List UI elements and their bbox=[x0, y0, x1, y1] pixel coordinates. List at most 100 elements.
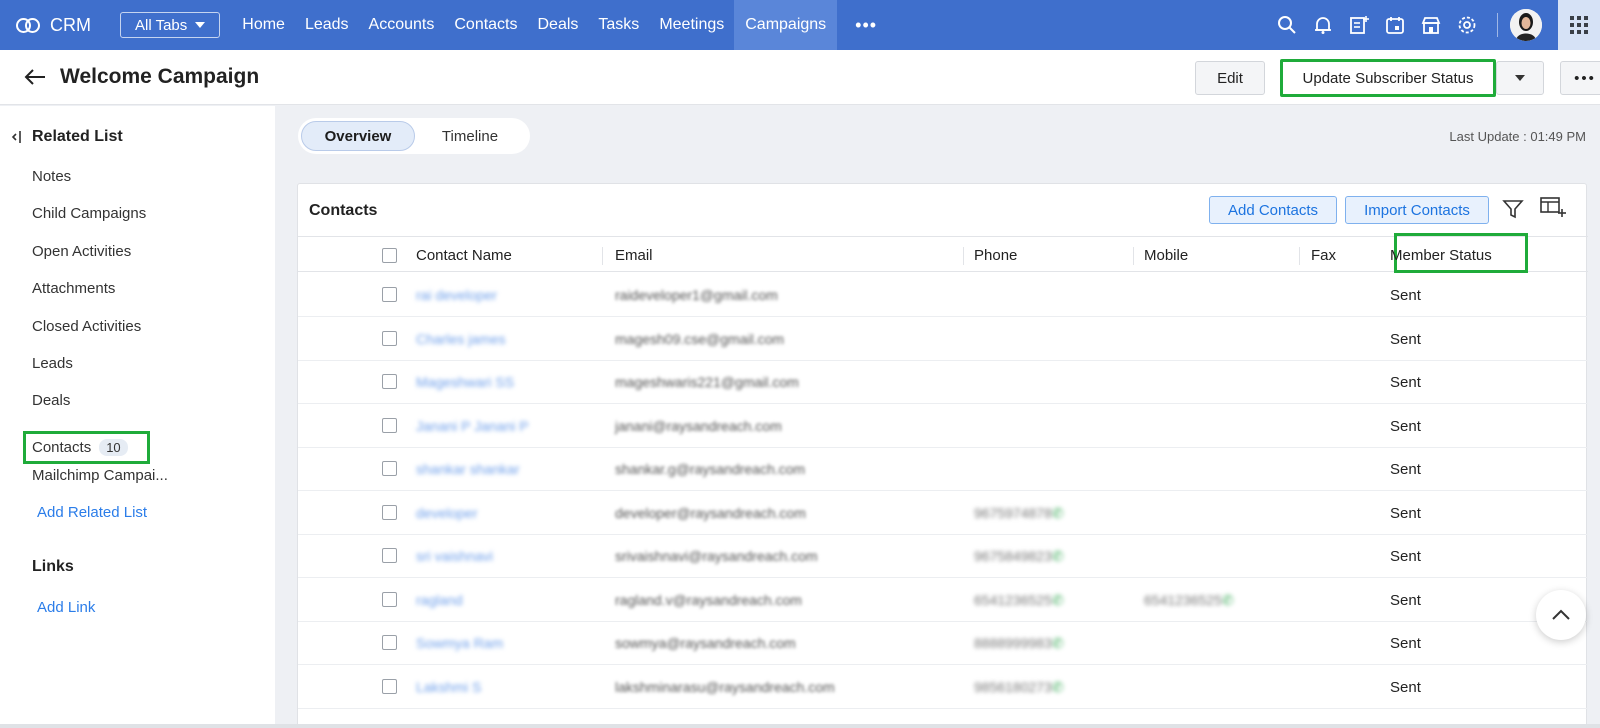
sidebar-item-closed-activities[interactable]: Closed Activities bbox=[32, 318, 141, 335]
contact-phone[interactable]: 9675849823✆ bbox=[974, 548, 1064, 565]
row-checkbox[interactable] bbox=[382, 461, 397, 476]
contact-name-link[interactable]: ragland bbox=[416, 592, 463, 608]
tab-deals[interactable]: Deals bbox=[528, 0, 589, 50]
crm-brand[interactable]: CRM bbox=[16, 15, 100, 36]
tab-overview[interactable]: Overview bbox=[301, 121, 415, 151]
back-arrow-icon[interactable] bbox=[24, 66, 46, 88]
contact-name-link[interactable]: Charles james bbox=[416, 331, 505, 347]
contact-mobile[interactable]: 6541236525✆ bbox=[1144, 592, 1234, 609]
add-contacts-button[interactable]: Add Contacts bbox=[1209, 196, 1337, 224]
row-checkbox[interactable] bbox=[382, 548, 397, 563]
col-mobile[interactable]: Mobile bbox=[1144, 247, 1188, 264]
contact-email[interactable]: magesh09.cse@gmail.com bbox=[615, 331, 784, 347]
collapse-sidebar-icon[interactable] bbox=[10, 130, 24, 144]
contact-name-link[interactable]: Janani P Janani P bbox=[416, 418, 529, 434]
tab-tasks[interactable]: Tasks bbox=[588, 0, 649, 50]
contact-email[interactable]: sowmya@raysandreach.com bbox=[615, 635, 796, 651]
col-member-status[interactable]: Member Status bbox=[1390, 247, 1492, 264]
tab-accounts[interactable]: Accounts bbox=[359, 0, 445, 50]
col-fax[interactable]: Fax bbox=[1311, 247, 1336, 264]
manage-columns-icon[interactable] bbox=[1540, 196, 1566, 218]
column-divider[interactable] bbox=[963, 247, 964, 265]
gear-icon[interactable] bbox=[1457, 15, 1477, 35]
horizontal-scrollbar[interactable] bbox=[0, 724, 1600, 728]
table-row[interactable]: Sowmya Ram sowmya@raysandreach.com 8888999… bbox=[298, 621, 1588, 665]
apps-grid-icon[interactable] bbox=[1558, 0, 1600, 50]
row-checkbox[interactable] bbox=[382, 374, 397, 389]
sidebar-item-notes[interactable]: Notes bbox=[32, 168, 71, 185]
tab-contacts[interactable]: Contacts bbox=[444, 0, 527, 50]
tab-campaigns[interactable]: Campaigns bbox=[734, 0, 838, 50]
tab-meetings[interactable]: Meetings bbox=[649, 0, 734, 50]
table-row[interactable]: sri vaishnavi srivaishnavi@raysandreach.c… bbox=[298, 534, 1588, 578]
contact-email[interactable]: janani@raysandreach.com bbox=[615, 418, 782, 434]
tab-home[interactable]: Home bbox=[232, 0, 295, 50]
table-row[interactable]: developer developer@raysandreach.com 96759… bbox=[298, 491, 1588, 535]
contact-email[interactable]: mageshwaris221@gmail.com bbox=[615, 374, 799, 390]
scroll-to-top-button[interactable] bbox=[1536, 590, 1586, 640]
all-tabs-dropdown[interactable]: All Tabs bbox=[120, 12, 221, 38]
row-checkbox[interactable] bbox=[382, 678, 397, 694]
marketplace-icon[interactable] bbox=[1421, 15, 1441, 35]
more-options-button[interactable]: ••• bbox=[1560, 61, 1600, 95]
table-row[interactable]: Janani P Janani P janani@raysandreach.com… bbox=[298, 404, 1588, 448]
contact-name-link[interactable]: sri vaishnavi bbox=[416, 548, 493, 564]
sidebar-item-open-activities[interactable]: Open Activities bbox=[32, 243, 131, 260]
contact-name-link[interactable]: Sowmya Ram bbox=[416, 635, 503, 651]
table-row[interactable]: Mageshwari SS mageshwaris221@gmail.com Sen… bbox=[298, 360, 1588, 404]
col-email[interactable]: Email bbox=[615, 247, 653, 264]
sidebar-item-leads[interactable]: Leads bbox=[32, 355, 73, 372]
calendar-icon[interactable] bbox=[1385, 15, 1405, 35]
tab-timeline[interactable]: Timeline bbox=[415, 121, 525, 151]
contact-phone[interactable]: 9675974878✆ bbox=[974, 505, 1064, 522]
row-checkbox[interactable] bbox=[382, 504, 397, 520]
row-checkbox[interactable] bbox=[382, 591, 397, 607]
sidebar-item-attachments[interactable]: Attachments bbox=[32, 280, 115, 297]
contact-phone[interactable]: 9856180273✆ bbox=[974, 679, 1064, 696]
contact-phone[interactable]: 8888999983✆ bbox=[974, 635, 1064, 652]
filter-icon[interactable] bbox=[1502, 198, 1524, 220]
contact-email[interactable]: ragland.v@raysandreach.com bbox=[615, 592, 802, 608]
update-subscriber-status-button[interactable]: Update Subscriber Status bbox=[1280, 59, 1496, 97]
bell-icon[interactable] bbox=[1313, 15, 1333, 35]
sidebar-item-mailchimp[interactable]: Mailchimp Campai... bbox=[32, 467, 168, 484]
table-row[interactable]: Charles james magesh09.cse@gmail.com Sent bbox=[298, 317, 1588, 361]
tab-leads[interactable]: Leads bbox=[295, 0, 359, 50]
contact-email[interactable]: lakshminarasu@raysandreach.com bbox=[615, 679, 835, 695]
contact-email[interactable]: shankar.g@raysandreach.com bbox=[615, 461, 805, 477]
row-checkbox[interactable] bbox=[382, 417, 397, 433]
add-related-list-link[interactable]: Add Related List bbox=[37, 504, 147, 521]
row-checkbox[interactable] bbox=[382, 330, 397, 346]
edit-button[interactable]: Edit bbox=[1195, 61, 1265, 95]
contact-email[interactable]: developer@raysandreach.com bbox=[615, 505, 806, 521]
select-all-checkbox[interactable] bbox=[382, 248, 397, 263]
row-checkbox[interactable] bbox=[382, 287, 397, 302]
col-contact-name[interactable]: Contact Name bbox=[416, 247, 512, 264]
contact-name-link[interactable]: Lakshmi S bbox=[416, 679, 481, 695]
import-contacts-button[interactable]: Import Contacts bbox=[1345, 196, 1489, 224]
add-note-icon[interactable] bbox=[1349, 15, 1369, 35]
column-divider[interactable] bbox=[602, 247, 603, 265]
contact-name-link[interactable]: rai developer bbox=[416, 287, 497, 303]
contact-name-link[interactable]: Mageshwari SS bbox=[416, 374, 514, 390]
add-link-link[interactable]: Add Link bbox=[37, 599, 95, 616]
sidebar-item-contacts[interactable]: Contacts 10 bbox=[23, 431, 150, 464]
sidebar-item-child-campaigns[interactable]: Child Campaigns bbox=[32, 205, 146, 222]
col-phone[interactable]: Phone bbox=[974, 247, 1017, 264]
search-icon[interactable] bbox=[1277, 15, 1297, 35]
table-row[interactable]: shankar shankar shankar.g@raysandreach.co… bbox=[298, 447, 1588, 491]
contact-email[interactable]: raideveloper1@gmail.com bbox=[615, 287, 778, 303]
column-divider[interactable] bbox=[1133, 247, 1134, 265]
contact-email[interactable]: srivaishnavi@raysandreach.com bbox=[615, 548, 818, 564]
contact-name-link[interactable]: developer bbox=[416, 505, 478, 521]
table-row[interactable]: rai developer raideveloper1@gmail.com Sent bbox=[298, 273, 1588, 317]
table-row[interactable]: ragland ragland.v@raysandreach.com 6541236… bbox=[298, 578, 1588, 622]
table-row[interactable]: Lakshmi S lakshminarasu@raysandreach.com 9… bbox=[298, 665, 1588, 709]
sidebar-item-deals[interactable]: Deals bbox=[32, 392, 70, 409]
user-avatar[interactable] bbox=[1510, 9, 1542, 41]
contact-name-link[interactable]: shankar shankar bbox=[416, 461, 520, 477]
contact-phone[interactable]: 6541236525✆ bbox=[974, 592, 1064, 609]
column-divider[interactable] bbox=[1299, 247, 1300, 265]
row-checkbox[interactable] bbox=[382, 635, 397, 650]
more-actions-dropdown[interactable] bbox=[1496, 61, 1544, 95]
